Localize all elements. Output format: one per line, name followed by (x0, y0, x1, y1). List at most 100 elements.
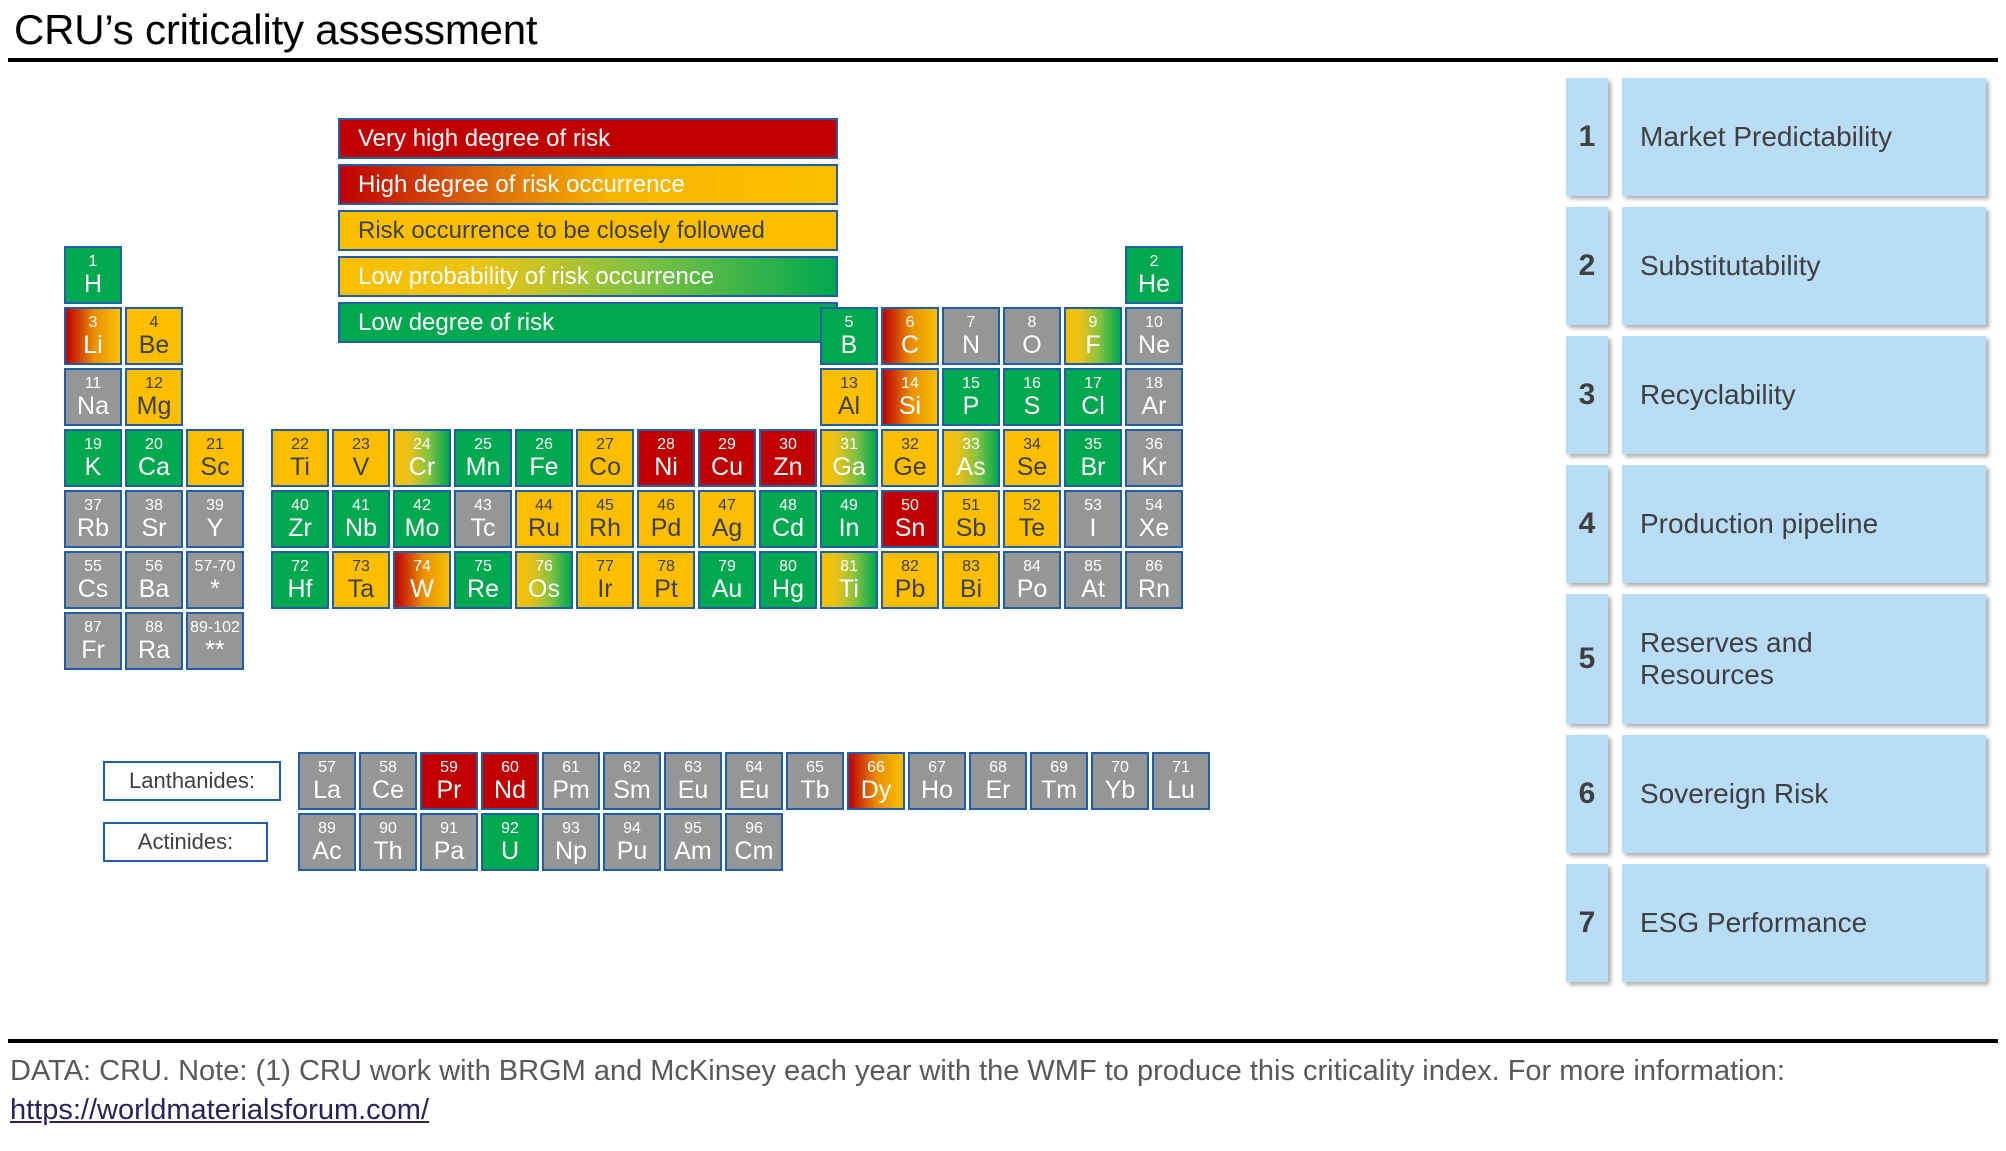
element-tile-Ir[interactable]: 77 Ir (576, 551, 634, 609)
element-tile-Zn[interactable]: 30 Zn (759, 429, 817, 487)
element-tile-Nb[interactable]: 41 Nb (332, 490, 390, 548)
element-tile-Co[interactable]: 27 Co (576, 429, 634, 487)
element-tile-Nd-60[interactable]: 60 Nd (481, 752, 539, 810)
element-tile-Mn[interactable]: 25 Mn (454, 429, 512, 487)
element-tile-Al[interactable]: 13 Al (820, 368, 878, 426)
element-tile-Pt[interactable]: 78 Pt (637, 551, 695, 609)
element-tile-Rb[interactable]: 37 Rb (64, 490, 122, 548)
element-tile-Sn[interactable]: 50 Sn (881, 490, 939, 548)
element-tile-Am[interactable]: 95 Am (664, 813, 722, 871)
element-tile-I[interactable]: 53 I (1064, 490, 1122, 548)
element-tile-B[interactable]: 5B (820, 307, 878, 365)
element-tile-Ra[interactable]: 88 Ra (125, 612, 183, 670)
element-tile-In[interactable]: 49 In (820, 490, 878, 548)
criterion-row-5[interactable]: 5 Reserves and Resources (1566, 594, 1986, 724)
element-tile-Th[interactable]: 90 Th (359, 813, 417, 871)
element-tile-Dy-66[interactable]: 66 Dy (847, 752, 905, 810)
element-tile-Se[interactable]: 34 Se (1003, 429, 1061, 487)
element-tile-Tm-69[interactable]: 69 Tm (1030, 752, 1088, 810)
element-tile-Cs[interactable]: 55 Cs (64, 551, 122, 609)
element-tile-Po[interactable]: 84 Po (1003, 551, 1061, 609)
element-tile-Ni[interactable]: 28 Ni (637, 429, 695, 487)
element-tile-Os[interactable]: 76 Os (515, 551, 573, 609)
element-tile-Cd[interactable]: 48 Cd (759, 490, 817, 548)
element-tile-starstar[interactable]: 89-102 ** (186, 612, 244, 670)
element-tile-S[interactable]: 16 S (1003, 368, 1061, 426)
element-tile-Pd[interactable]: 46 Pd (637, 490, 695, 548)
element-tile-Tc[interactable]: 43 Tc (454, 490, 512, 548)
element-tile-Kr[interactable]: 36 Kr (1125, 429, 1183, 487)
element-tile-Si[interactable]: 14 Si (881, 368, 939, 426)
element-tile-P[interactable]: 15 P (942, 368, 1000, 426)
element-tile-Sb[interactable]: 51 Sb (942, 490, 1000, 548)
criterion-row-7[interactable]: 7 ESG Performance (1566, 864, 1986, 982)
element-tile-C[interactable]: 6C (881, 307, 939, 365)
element-tile-La-57[interactable]: 57 La (298, 752, 356, 810)
criterion-row-6[interactable]: 6 Sovereign Risk (1566, 735, 1986, 853)
element-tile-Yb-70[interactable]: 70 Yb (1091, 752, 1149, 810)
element-tile-Cr[interactable]: 24 Cr (393, 429, 451, 487)
element-tile-Cu[interactable]: 29 Cu (698, 429, 756, 487)
element-tile-Np[interactable]: 93 Np (542, 813, 600, 871)
element-tile-Na[interactable]: 11 Na (64, 368, 122, 426)
element-tile-Ac[interactable]: 89 Ac (298, 813, 356, 871)
element-tile-Ga[interactable]: 31 Ga (820, 429, 878, 487)
element-tile-At[interactable]: 85 At (1064, 551, 1122, 609)
element-tile-Fr[interactable]: 87 Fr (64, 612, 122, 670)
element-tile-Pm-61[interactable]: 61 Pm (542, 752, 600, 810)
criterion-row-1[interactable]: 1 Market Predictability (1566, 78, 1986, 196)
element-tile-Cl[interactable]: 17 Cl (1064, 368, 1122, 426)
element-tile-Ta[interactable]: 73 Ta (332, 551, 390, 609)
element-tile-V[interactable]: 23 V (332, 429, 390, 487)
element-tile-Lu-71[interactable]: 71 Lu (1152, 752, 1210, 810)
element-tile-Sr[interactable]: 38 Sr (125, 490, 183, 548)
element-tile-Mg[interactable]: 12 Mg (125, 368, 183, 426)
criterion-row-4[interactable]: 4 Production pipeline (1566, 465, 1986, 583)
element-tile-Ge[interactable]: 32 Ge (881, 429, 939, 487)
element-tile-Xe[interactable]: 54 Xe (1125, 490, 1183, 548)
element-tile-Cm[interactable]: 96 Cm (725, 813, 783, 871)
element-tile-As[interactable]: 33 As (942, 429, 1000, 487)
worldmaterialsforum-link[interactable]: https://worldmaterialsforum.com/ (10, 1094, 429, 1126)
element-tile-He[interactable]: 2 He (1125, 246, 1183, 304)
element-tile-K[interactable]: 19 K (64, 429, 122, 487)
element-tile-Au[interactable]: 79 Au (698, 551, 756, 609)
element-tile-Ba[interactable]: 56 Ba (125, 551, 183, 609)
element-tile-Rn[interactable]: 86 Rn (1125, 551, 1183, 609)
element-tile-Tb-65[interactable]: 65 Tb (786, 752, 844, 810)
element-tile-Eu-64[interactable]: 64 Eu (725, 752, 783, 810)
element-tile-Zr[interactable]: 40 Zr (271, 490, 329, 548)
element-tile-Ru[interactable]: 44 Ru (515, 490, 573, 548)
element-tile-N[interactable]: 7N (942, 307, 1000, 365)
element-tile-Br[interactable]: 35 Br (1064, 429, 1122, 487)
element-tile-Mo[interactable]: 42 Mo (393, 490, 451, 548)
element-tile-Fe[interactable]: 26 Fe (515, 429, 573, 487)
criterion-row-3[interactable]: 3 Recyclability (1566, 336, 1986, 454)
element-tile-Ca[interactable]: 20 Ca (125, 429, 183, 487)
element-tile-Sc[interactable]: 21 Sc (186, 429, 244, 487)
element-tile-Ce-58[interactable]: 58 Ce (359, 752, 417, 810)
element-tile-Eu-63[interactable]: 63 Eu (664, 752, 722, 810)
element-tile-Pa[interactable]: 91 Pa (420, 813, 478, 871)
element-tile-Y[interactable]: 39 Y (186, 490, 244, 548)
element-tile-Er-68[interactable]: 68 Er (969, 752, 1027, 810)
element-tile-Ho-67[interactable]: 67 Ho (908, 752, 966, 810)
element-tile-Ag[interactable]: 47 Ag (698, 490, 756, 548)
element-tile-Hg[interactable]: 80 Hg (759, 551, 817, 609)
element-tile-Bi[interactable]: 83 Bi (942, 551, 1000, 609)
element-tile-U[interactable]: 92 U (481, 813, 539, 871)
element-tile-Te[interactable]: 52 Te (1003, 490, 1061, 548)
element-tile-Ne[interactable]: 10 Ne (1125, 307, 1183, 365)
element-tile-Ti[interactable]: 22 Ti (271, 429, 329, 487)
element-tile-F[interactable]: 9F (1064, 307, 1122, 365)
element-tile-Sm-62[interactable]: 62 Sm (603, 752, 661, 810)
element-tile-H[interactable]: 1H (64, 246, 122, 304)
criterion-row-2[interactable]: 2 Substitutability (1566, 207, 1986, 325)
element-tile-W[interactable]: 74 W (393, 551, 451, 609)
element-tile-Rh[interactable]: 45 Rh (576, 490, 634, 548)
element-tile-Ar[interactable]: 18 Ar (1125, 368, 1183, 426)
element-tile-Li[interactable]: 3 Li (64, 307, 122, 365)
element-tile-Re[interactable]: 75 Re (454, 551, 512, 609)
element-tile-Pr-59[interactable]: 59 Pr (420, 752, 478, 810)
element-tile-Pb[interactable]: 82 Pb (881, 551, 939, 609)
